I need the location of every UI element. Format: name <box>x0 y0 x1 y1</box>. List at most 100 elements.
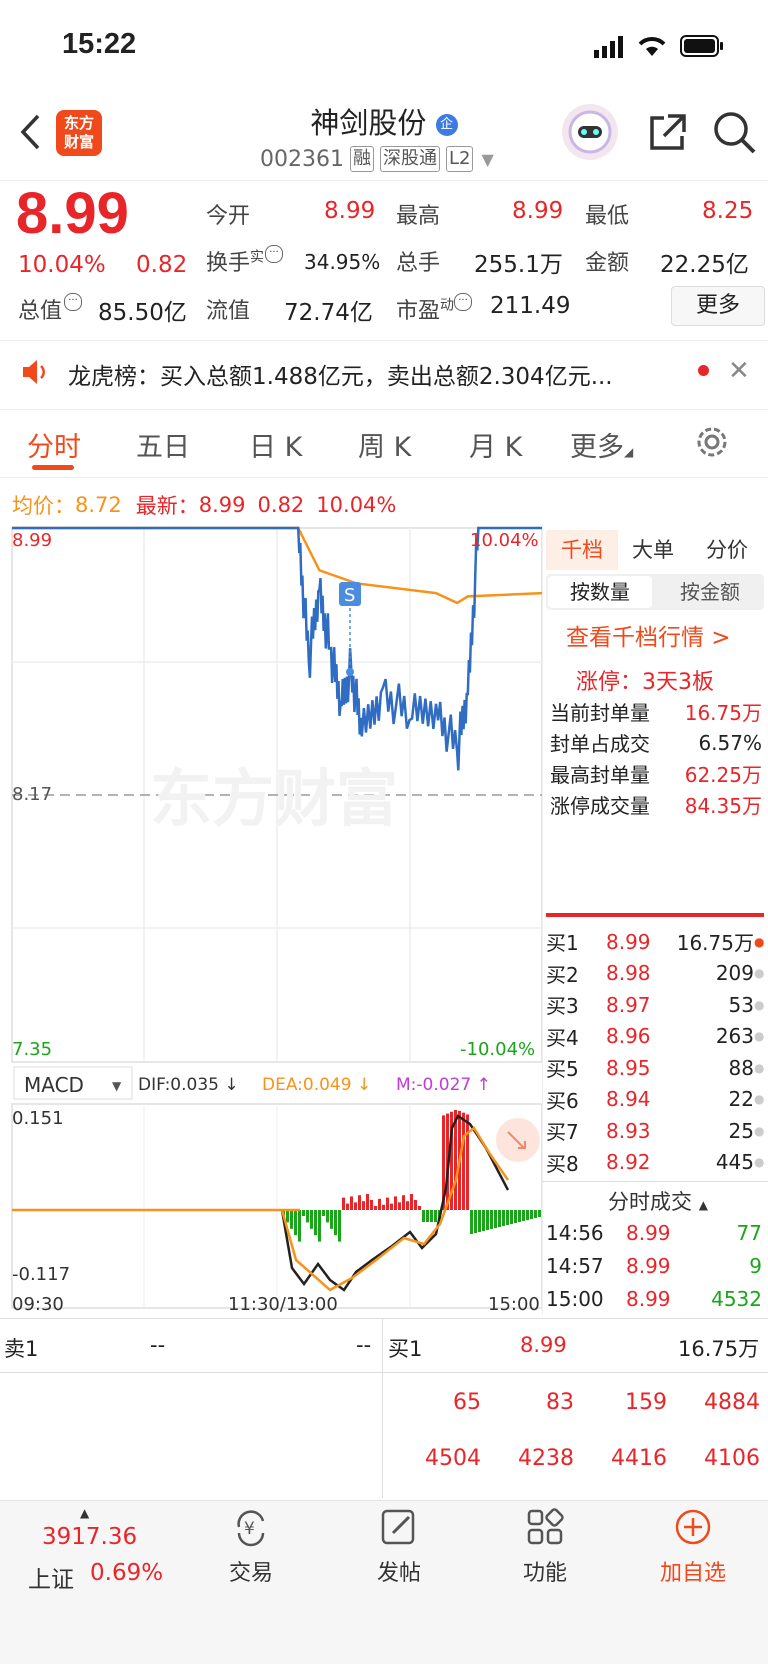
tab-five-day[interactable]: 五日 <box>136 425 190 464</box>
yen-cycle-icon: ¥ <box>231 1507 271 1547</box>
more-button[interactable]: 更多 <box>671 286 765 326</box>
svg-text:¥: ¥ <box>244 1519 255 1539</box>
volume-label: 总手 <box>396 251 441 276</box>
macd-bar <box>418 1206 421 1210</box>
macd-bar <box>490 1210 493 1229</box>
bid-row[interactable]: 买7 8.93 25 ● <box>546 1115 764 1147</box>
bid-row[interactable]: 买2 8.98 209 ● <box>546 958 764 990</box>
tab-daily-k[interactable]: 日 K <box>249 425 302 464</box>
nav-post[interactable]: 发帖 <box>344 1507 454 1587</box>
bid-price: 8.96 <box>606 1024 651 1049</box>
bid-price: 8.92 <box>606 1150 651 1175</box>
trade-list: 14:56 8.99 77 14:57 8.99 9 15:00 8.99 4532 <box>546 1216 764 1315</box>
macd-bar <box>306 1210 309 1223</box>
tab-monthly-k[interactable]: 月 K <box>469 425 522 464</box>
bid-dot: ● <box>754 1123 765 1138</box>
side-tab-pricedist[interactable]: 分价 <box>706 530 748 570</box>
signal-icon <box>594 36 628 62</box>
side-tab-orderbook[interactable]: 千档 <box>546 530 618 570</box>
macd-bar <box>422 1210 425 1222</box>
bid-dot: ● <box>754 1092 765 1107</box>
battery-icon <box>680 34 724 62</box>
bid-volume: 263 <box>715 1024 754 1049</box>
macd-bar <box>466 1114 469 1210</box>
bid-row[interactable]: 买6 8.94 22 ● <box>546 1084 764 1116</box>
macd-bar <box>394 1196 397 1210</box>
orderbook-link[interactable]: 查看千档行情 > <box>566 618 731 652</box>
macd-bar <box>386 1197 389 1210</box>
search-icon[interactable] <box>712 110 758 160</box>
macd-bar <box>426 1210 429 1222</box>
bid-dot: ● <box>754 966 765 981</box>
bid-row[interactable]: 买1 8.99 16.75万 ● <box>546 926 764 958</box>
macd-bar <box>286 1210 289 1223</box>
unread-dot <box>698 365 709 376</box>
macd-bar <box>518 1210 521 1222</box>
sub-tab-by-volume[interactable]: 按数量 <box>548 576 652 608</box>
stat-row: 当前封单量 16.75万 <box>550 701 762 725</box>
trades-title[interactable]: 分时成交 ▲ <box>608 1186 708 1216</box>
nav-functions[interactable]: 功能 <box>490 1507 600 1587</box>
trade-row: 15:00 8.99 4532 <box>546 1282 764 1315</box>
bid-price: 8.93 <box>606 1118 651 1143</box>
enterprise-badge: 企 <box>435 114 458 136</box>
chevron-down-icon[interactable]: ▼ <box>481 150 493 169</box>
bid-price: 8.94 <box>606 1087 651 1112</box>
side-tab-bigorder[interactable]: 大单 <box>632 530 674 570</box>
macd-bar <box>318 1210 321 1242</box>
mktcap-value: 85.50亿 <box>98 300 187 326</box>
bid-volume: 88 <box>728 1055 754 1080</box>
sub-tab-by-amount[interactable]: 按金额 <box>660 576 760 608</box>
macd-bar <box>486 1210 489 1230</box>
bid-row[interactable]: 买5 8.95 88 ● <box>546 1052 764 1084</box>
nav-add-watchlist[interactable]: 加自选 <box>638 1507 748 1587</box>
macd-bar <box>514 1210 517 1223</box>
tag-connect: 深股通 <box>379 146 440 172</box>
edit-icon <box>379 1507 419 1547</box>
assistant-avatar[interactable] <box>562 104 618 160</box>
close-icon[interactable]: ✕ <box>728 356 750 386</box>
bid-price: 8.98 <box>606 961 651 986</box>
bid-row[interactable]: 买3 8.97 53 ● <box>546 989 764 1021</box>
intraday-chart[interactable]: 东方财富 S 8.99 8.17 7.35 10.04% -10.04% MAC… <box>0 520 545 1320</box>
macd-bar <box>530 1210 533 1219</box>
index-pct[interactable]: 0.69% <box>90 1560 163 1586</box>
gear-icon[interactable] <box>694 424 730 464</box>
tab-intraday[interactable]: 分时 <box>27 425 81 464</box>
pct-top-label: 10.04% <box>470 530 539 551</box>
macd-bar <box>390 1203 393 1210</box>
bid-dot: ● <box>754 997 765 1012</box>
trade-price: 8.99 <box>626 1286 671 1311</box>
macd-bar <box>350 1196 353 1210</box>
m-value: M:-0.027 ↑ <box>396 1075 491 1095</box>
bid-dot: ● <box>754 1029 765 1044</box>
buy1-volume: 16.75万 <box>678 1337 760 1361</box>
tab-more[interactable]: 更多◢ <box>570 425 633 464</box>
nav-trade[interactable]: ¥ 交易 <box>196 1507 306 1587</box>
notice-text[interactable]: 龙虎榜：买入总额1.488亿元，卖出总额2.304亿元... <box>68 357 668 391</box>
amount-label: 金额 <box>585 251 630 276</box>
bid-volume: 16.75万 <box>676 931 754 956</box>
bid-row[interactable]: 买4 8.96 263 ● <box>546 1021 764 1053</box>
index-value[interactable]: 3917.36 <box>42 1524 137 1550</box>
speaker-icon <box>20 357 50 391</box>
macd-bar <box>294 1210 297 1236</box>
macd-bar <box>310 1210 313 1229</box>
trend-badge <box>496 1118 540 1162</box>
stat-row: 涨停成交量 84.35万 <box>550 794 762 818</box>
index-name[interactable]: 上证 <box>28 1560 74 1594</box>
bid-label: 买5 <box>546 1057 579 1082</box>
info-icon: ··· <box>454 293 473 311</box>
macd-bar <box>498 1210 501 1227</box>
stat-row: 封单占成交 6.57% <box>550 730 762 757</box>
bid-label: 买3 <box>546 994 579 1019</box>
share-icon[interactable] <box>646 112 688 158</box>
trade-time: 14:56 <box>546 1220 604 1245</box>
bid-volume: 22 <box>728 1087 754 1112</box>
amount-value: 22.25亿 <box>660 252 749 278</box>
macd-bar <box>358 1195 361 1210</box>
stock-code: 002361 <box>260 146 344 172</box>
tab-weekly-k[interactable]: 周 K <box>358 425 411 464</box>
macd-bar <box>526 1210 529 1220</box>
bid-row[interactable]: 买8 8.92 445 ● <box>546 1147 764 1179</box>
